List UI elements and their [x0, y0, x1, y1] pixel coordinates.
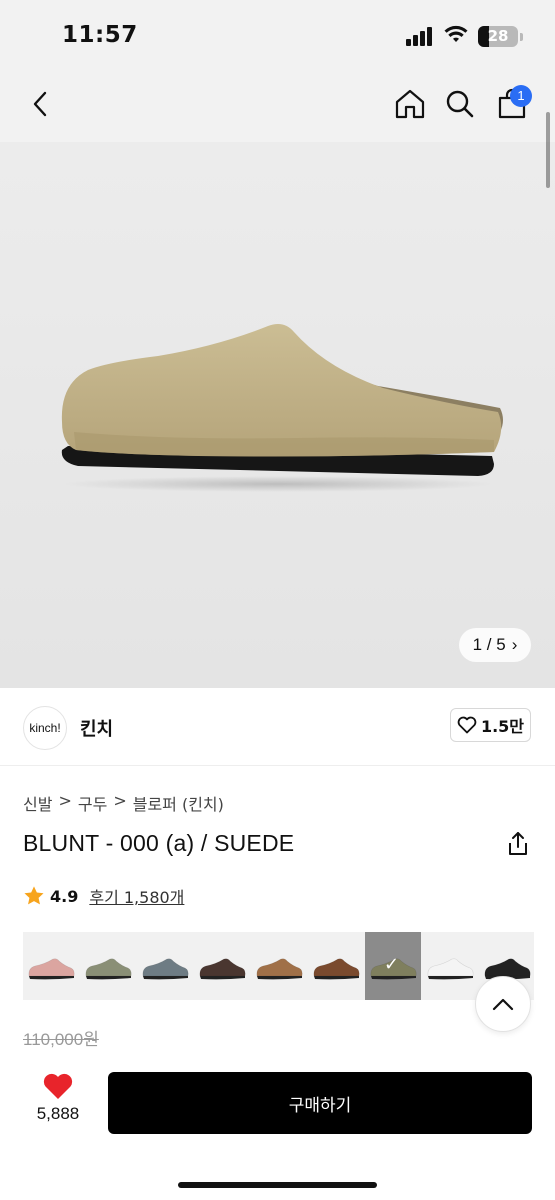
- product-title: BLUNT - 000 (a) / SUEDE: [23, 830, 295, 856]
- battery-tip: [520, 33, 523, 41]
- status-bar: 11:57 28: [0, 0, 555, 70]
- breadcrumb-item[interactable]: 블로퍼 (킨치): [133, 791, 224, 815]
- breadcrumb-separator: >: [58, 791, 72, 810]
- brand-row: kinch! 킨치 1.5만: [0, 688, 555, 766]
- wishlist-count: 5,888: [36, 1104, 80, 1123]
- brand-name[interactable]: 킨치: [80, 715, 113, 741]
- color-swatch[interactable]: [194, 932, 250, 1000]
- color-swatch[interactable]: [23, 932, 79, 1000]
- color-options: ✓: [23, 932, 534, 1000]
- original-price: 110,000원: [23, 1030, 99, 1049]
- rating-score: 4.9: [50, 886, 79, 906]
- signal-icon: [406, 26, 434, 46]
- buy-button[interactable]: 구매하기: [108, 1072, 532, 1134]
- share-icon: [509, 832, 527, 855]
- color-swatch[interactable]: [137, 932, 193, 1000]
- selected-check-icon: ✓: [384, 954, 400, 975]
- breadcrumb-item[interactable]: 신발: [23, 791, 52, 815]
- next-chevron-icon: ›: [511, 635, 518, 654]
- wifi-icon: [444, 25, 468, 45]
- chevron-up-icon: [492, 998, 514, 1011]
- battery-level: 28: [487, 27, 509, 45]
- status-time: 11:57: [62, 22, 138, 48]
- search-button[interactable]: [440, 84, 480, 124]
- brand-like-button[interactable]: 1.5만: [450, 708, 531, 742]
- color-swatch[interactable]: [251, 932, 307, 1000]
- image-index: 1 / 5: [472, 635, 506, 654]
- color-swatch[interactable]: [80, 932, 136, 1000]
- brand-logo[interactable]: kinch!: [23, 706, 67, 750]
- rating-row: 4.9 후기 1,580개: [23, 884, 184, 908]
- scroll-to-top-button[interactable]: [475, 976, 531, 1032]
- breadcrumb-separator: >: [113, 791, 127, 810]
- home-button[interactable]: [390, 84, 430, 124]
- breadcrumb: 신발 > 구두 > 블로퍼 (킨치): [23, 791, 224, 815]
- color-swatch[interactable]: ✓: [365, 932, 421, 1000]
- share-button[interactable]: [504, 830, 532, 858]
- bottom-action-bar: 5,888 구매하기: [0, 1060, 555, 1200]
- star-icon: [24, 886, 44, 905]
- wishlist-button[interactable]: 5,888: [28, 1072, 88, 1132]
- breadcrumb-item[interactable]: 구두: [78, 791, 107, 815]
- color-swatch[interactable]: [308, 932, 364, 1000]
- home-indicator: [178, 1182, 377, 1188]
- heart-outline-icon: [457, 716, 477, 734]
- home-icon: [395, 89, 425, 119]
- search-icon: [446, 90, 474, 118]
- scrollbar[interactable]: [546, 112, 550, 188]
- nav-bar: [0, 70, 555, 142]
- color-swatch[interactable]: [422, 932, 478, 1000]
- back-button[interactable]: [20, 84, 60, 124]
- battery-icon: 28: [478, 26, 518, 47]
- product-image-carousel[interactable]: 1 / 5 ›: [0, 142, 555, 688]
- brand-like-count: 1.5만: [480, 717, 525, 736]
- heart-filled-icon: [43, 1073, 73, 1099]
- image-counter[interactable]: 1 / 5 ›: [459, 628, 531, 662]
- product-image: [61, 324, 503, 492]
- review-count-link[interactable]: 후기 1,580개: [89, 884, 184, 908]
- back-chevron-icon: [33, 91, 47, 117]
- cart-count-badge: 1: [510, 85, 532, 107]
